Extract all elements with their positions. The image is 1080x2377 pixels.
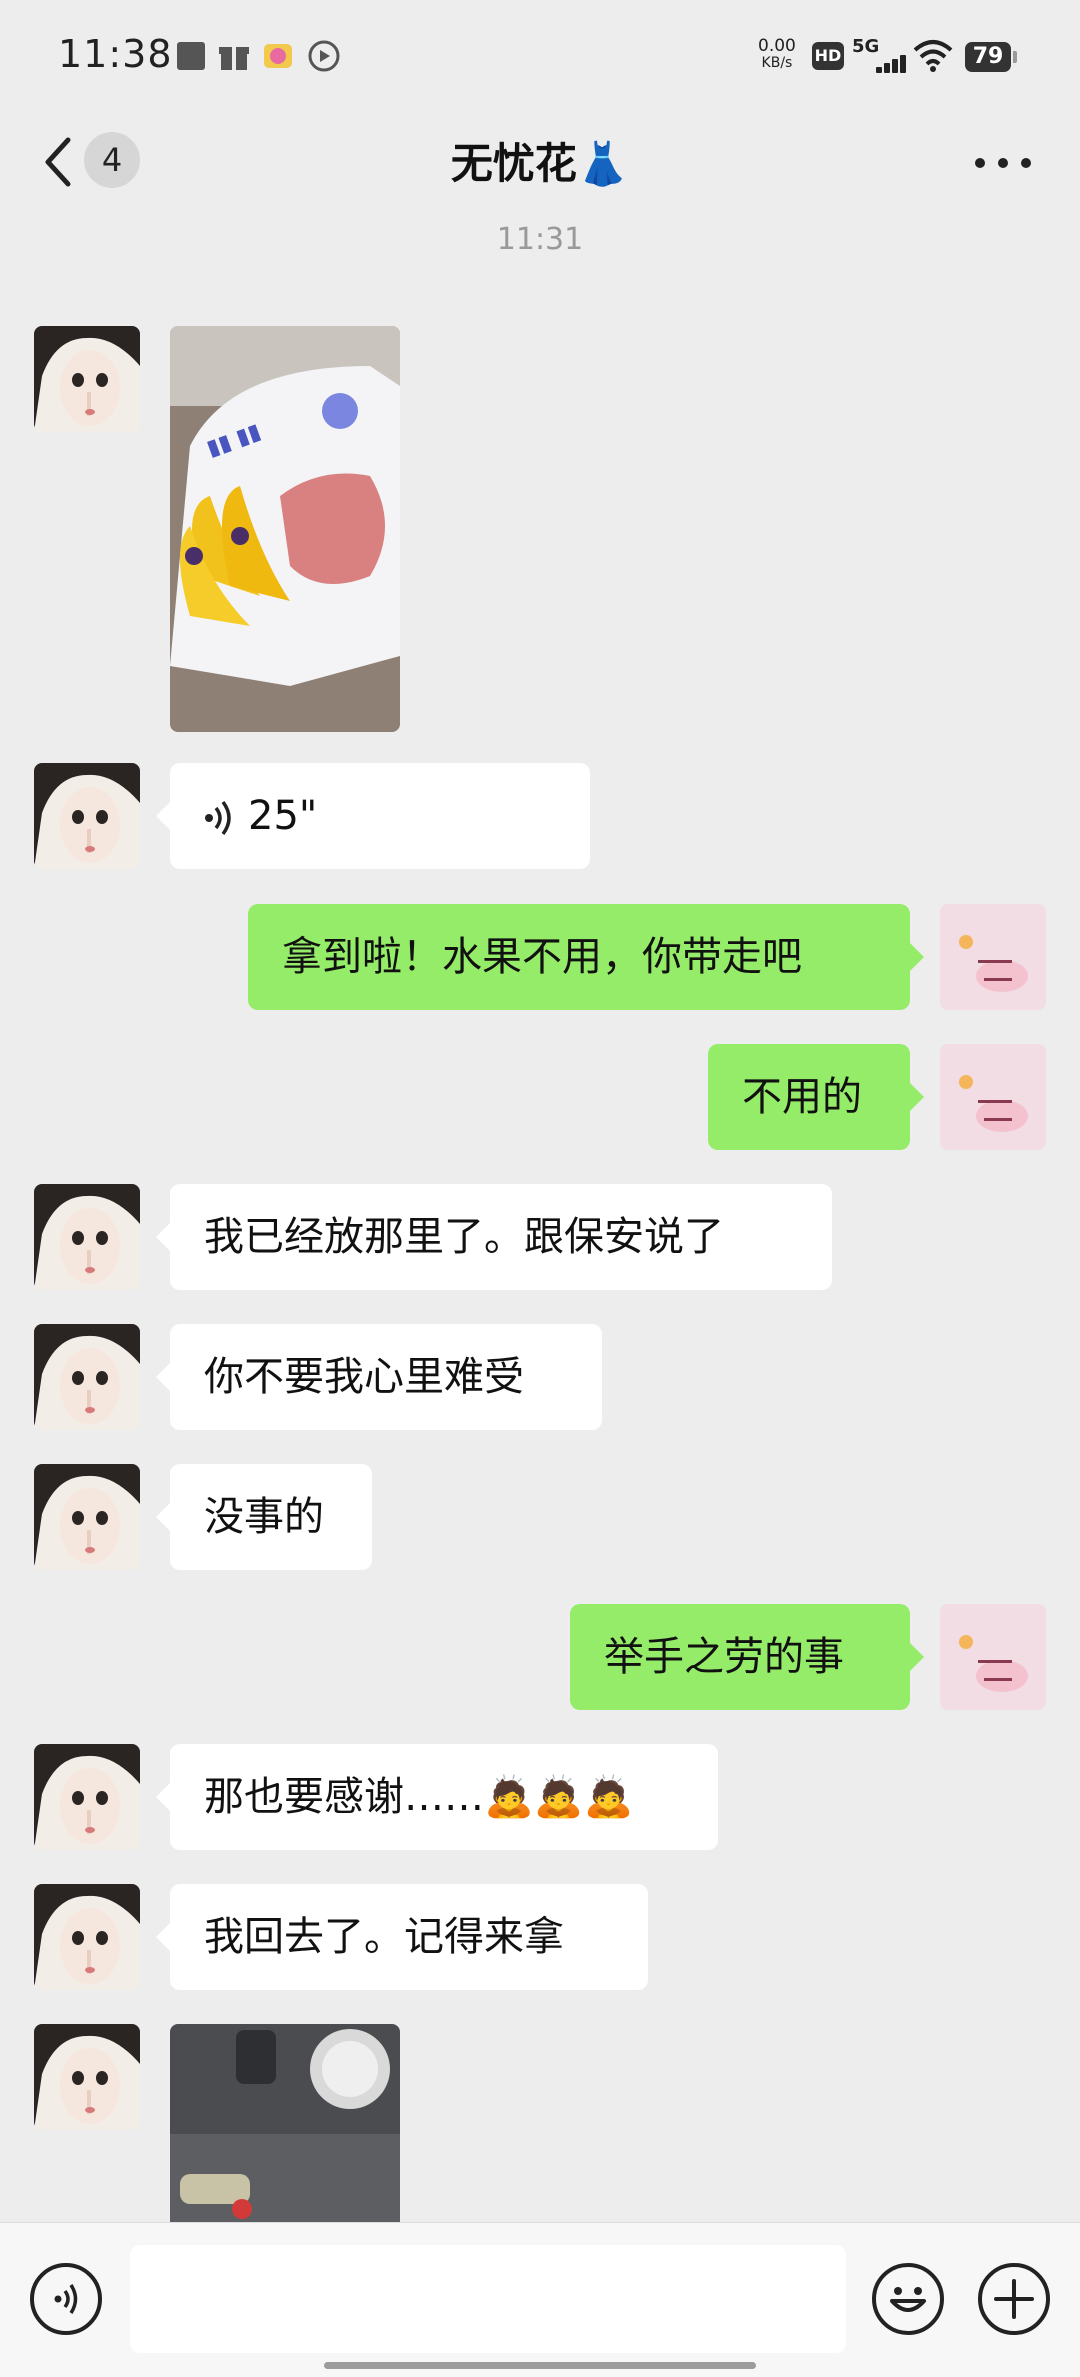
voice-message[interactable]: 25" (156, 763, 590, 869)
home-indicator[interactable] (324, 2362, 756, 2369)
contact-avatar[interactable] (34, 1324, 140, 1430)
incoming-message[interactable]: 你不要我心里难受 (156, 1324, 602, 1430)
hd-badge: HD (812, 42, 844, 70)
play-icon (308, 40, 340, 72)
stop-icon (177, 42, 205, 70)
chat-input-bar (0, 2222, 1080, 2377)
my-avatar[interactable] (940, 904, 1046, 1010)
contact-avatar[interactable] (34, 1744, 140, 1850)
voice-wave-icon (205, 800, 231, 836)
outgoing-message[interactable]: 举手之劳的事 (570, 1604, 924, 1710)
incoming-message[interactable]: 那也要感谢……🙇🙇🙇 (156, 1744, 718, 1850)
battery-indicator: 79 (965, 42, 1017, 72)
outgoing-message[interactable]: 不用的 (708, 1044, 924, 1150)
emoji-icon[interactable] (872, 2263, 944, 2335)
cake-icon (264, 44, 292, 68)
contact-avatar[interactable] (34, 1464, 140, 1570)
chat-title: 无忧花👗 (450, 139, 630, 188)
incoming-message[interactable]: 我回去了。记得来拿 (156, 1884, 648, 1990)
incoming-message[interactable]: 我已经放那里了。跟保安说了 (156, 1184, 832, 1290)
my-avatar[interactable] (940, 1044, 1046, 1150)
more-dots-icon[interactable] (975, 158, 1031, 170)
wifi-icon (913, 40, 953, 72)
contact-avatar[interactable] (34, 1884, 140, 1990)
network-type: 5G (852, 36, 880, 57)
my-avatar[interactable] (940, 1604, 1046, 1710)
contact-avatar[interactable] (34, 763, 140, 869)
network-speed: 0.00 KB/s (758, 36, 796, 72)
gift-icon (219, 47, 249, 70)
contact-avatar[interactable] (34, 1184, 140, 1290)
image-message-bananas[interactable]: ▮▮ ▮▮ (170, 326, 400, 732)
message-input[interactable] (130, 2245, 846, 2353)
status-time: 11:38 (58, 32, 173, 76)
incoming-message[interactable]: 没事的 (156, 1464, 372, 1570)
voice-duration: 25" (248, 793, 318, 839)
status-bar: 11:38 0.00 KB/s HD 5G 79 (0, 0, 1080, 115)
contact-avatar[interactable] (34, 2024, 140, 2130)
signal-icon (866, 55, 906, 73)
message-timestamp: 11:31 (496, 222, 584, 257)
image-message-car-keys[interactable] (170, 2024, 400, 2222)
contact-avatar[interactable] (34, 326, 140, 432)
voice-mode-icon[interactable] (30, 2263, 102, 2335)
outgoing-message[interactable]: 拿到啦！水果不用，你带走吧 (248, 904, 924, 1010)
plus-icon[interactable] (978, 2263, 1050, 2335)
